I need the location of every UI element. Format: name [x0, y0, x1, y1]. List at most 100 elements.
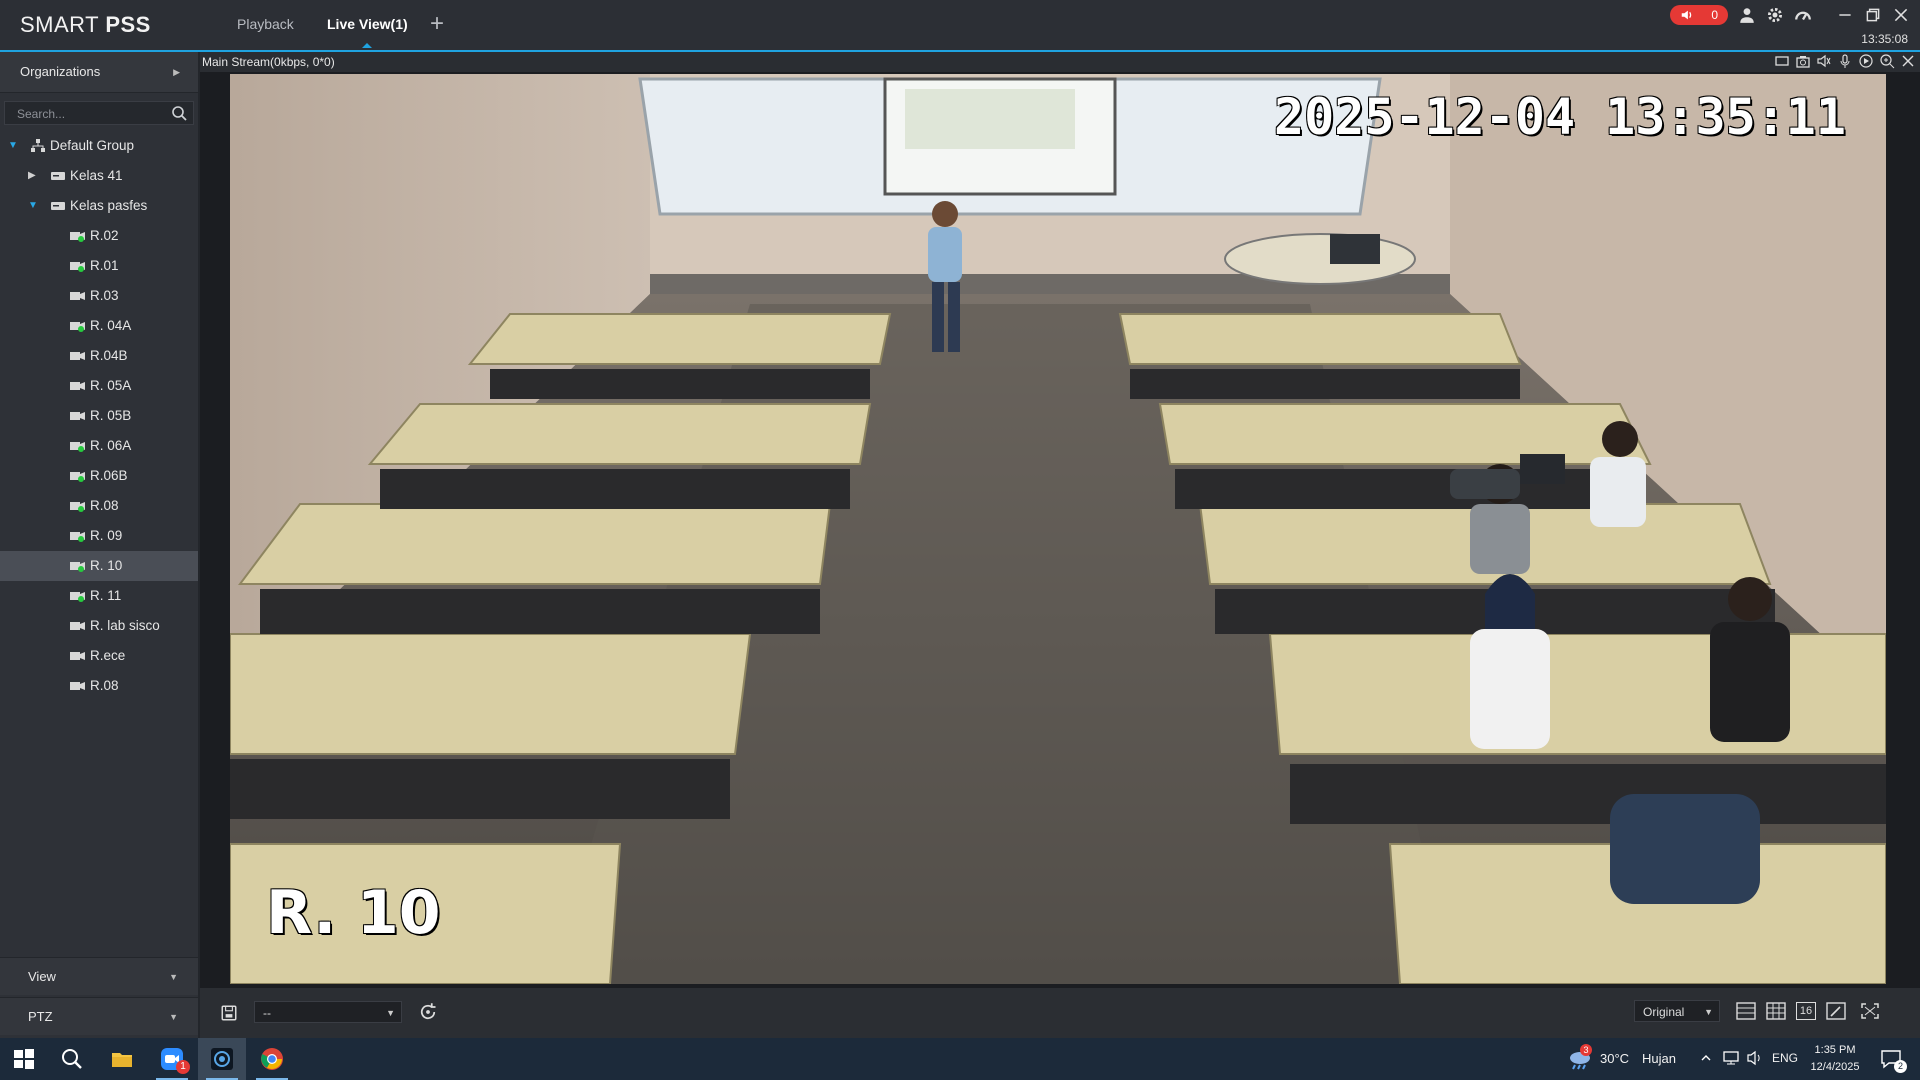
- tree-camera-item[interactable]: R.06B: [0, 461, 198, 491]
- view-select[interactable]: -- ▼: [254, 1001, 402, 1023]
- camera-icon: [70, 352, 85, 360]
- zoom-app[interactable]: 1: [148, 1038, 196, 1080]
- taskbar-time[interactable]: 1:35 PM: [1800, 1044, 1870, 1056]
- network-icon[interactable]: [1722, 1050, 1740, 1066]
- save-view-icon[interactable]: [220, 1004, 238, 1022]
- restore-icon[interactable]: [1864, 6, 1882, 24]
- live-view-pane: Main Stream(0kbps, 0*0) 2025-12-04 13:35…: [200, 52, 1920, 988]
- tree-label: R. 05A: [90, 378, 132, 393]
- layout-1-icon[interactable]: [1736, 1002, 1756, 1020]
- tree-camera-item[interactable]: R. 06A: [0, 431, 198, 461]
- camera-icon: [70, 412, 85, 420]
- zoom-badge: 1: [176, 1060, 190, 1074]
- tree-group-kelas-41[interactable]: ▶ Kelas 41: [0, 161, 198, 191]
- snapshot-icon[interactable]: [1795, 53, 1811, 69]
- tree-camera-item[interactable]: R. 09: [0, 521, 198, 551]
- camera-icon: [70, 622, 85, 630]
- file-explorer-app[interactable]: [98, 1038, 146, 1080]
- tree-camera-item[interactable]: R. 05A: [0, 371, 198, 401]
- chevron-up-icon[interactable]: [1700, 1052, 1712, 1064]
- settings-gear-icon[interactable]: [1766, 6, 1784, 24]
- stream-info: Main Stream(0kbps, 0*0): [202, 55, 335, 69]
- tree-camera-item[interactable]: R.04B: [0, 341, 198, 371]
- expand-arrow-icon[interactable]: ▼: [8, 131, 18, 161]
- custom-layout-icon[interactable]: [1826, 1002, 1846, 1020]
- tree-label: R. 06A: [90, 438, 132, 453]
- taskbar-date[interactable]: 12/4/2025: [1800, 1061, 1870, 1073]
- nvr-device-icon: [51, 172, 65, 180]
- expand-arrow-icon[interactable]: ▼: [28, 191, 38, 221]
- tab-playback[interactable]: Playback: [237, 16, 294, 32]
- tree-camera-item[interactable]: R.03: [0, 281, 198, 311]
- language-indicator[interactable]: ENG: [1772, 1051, 1798, 1065]
- organizations-header[interactable]: Organizations ▶: [0, 52, 198, 93]
- camera-icon: [70, 382, 85, 390]
- tree-camera-item[interactable]: R. 11: [0, 581, 198, 611]
- tree-root-default-group[interactable]: ▼ Default Group: [0, 131, 198, 161]
- audio-icon[interactable]: [1816, 53, 1832, 69]
- add-tab-button[interactable]: +: [430, 10, 444, 38]
- performance-gauge-icon[interactable]: [1794, 6, 1812, 24]
- tree-camera-item[interactable]: R. 10: [0, 551, 198, 581]
- zoom-icon[interactable]: [1879, 53, 1895, 69]
- tree-camera-item[interactable]: R.08: [0, 671, 198, 701]
- smart-pss-icon: [211, 1048, 233, 1070]
- windows-taskbar: 1 3 30°C Hujan ENG 1:35 PM 12/4/2025 2: [0, 1038, 1920, 1080]
- camera-list: R.02 R.01 R.03 R. 04A R.04B R. 05A R. 05B R. 06…: [0, 221, 198, 701]
- tree-label: R.06B: [90, 468, 128, 483]
- collapse-arrow-icon[interactable]: ▶: [28, 161, 36, 191]
- app-logo: SMART PSS: [20, 12, 151, 37]
- nvr-device-icon: [51, 202, 65, 210]
- layout-16-icon[interactable]: 16: [1796, 1002, 1816, 1020]
- fullscreen-icon[interactable]: [1860, 1002, 1880, 1020]
- minimize-icon[interactable]: [1836, 6, 1854, 24]
- tree-label: Default Group: [50, 138, 135, 153]
- user-icon[interactable]: [1738, 6, 1756, 24]
- windows-start-icon[interactable]: [12, 1047, 36, 1071]
- chrome-app[interactable]: [248, 1038, 296, 1080]
- classroom-scene: [230, 74, 1886, 984]
- close-window-icon[interactable]: [1892, 6, 1910, 24]
- tree-camera-item[interactable]: R.02: [0, 221, 198, 251]
- live-view-toolbar: -- ▼ Original ▼ 16: [200, 988, 1920, 1038]
- close-icon[interactable]: [1900, 53, 1916, 69]
- scale-select[interactable]: Original ▼: [1634, 1000, 1720, 1022]
- smart-pss-app[interactable]: [198, 1038, 246, 1080]
- ptz-panel-toggle[interactable]: PTZ ▼: [0, 997, 198, 1035]
- ratio-icon[interactable]: [1774, 53, 1790, 69]
- refresh-icon[interactable]: [418, 1002, 438, 1022]
- tree-camera-item[interactable]: R.08: [0, 491, 198, 521]
- talk-icon[interactable]: [1837, 53, 1853, 69]
- camera-online-icon: [70, 592, 85, 602]
- tree-camera-item[interactable]: R. 04A: [0, 311, 198, 341]
- notification-count: 2: [1894, 1060, 1907, 1073]
- temperature[interactable]: 30°C: [1600, 1051, 1629, 1066]
- search-icon[interactable]: [60, 1047, 84, 1071]
- camera-online-icon: [70, 502, 85, 512]
- tree-camera-item[interactable]: R. 05B: [0, 401, 198, 431]
- tab-live-view[interactable]: Live View(1): [327, 16, 408, 48]
- scale-select-value: Original: [1643, 1005, 1685, 1019]
- tree-label: R. lab sisco: [90, 618, 160, 633]
- tree-label: R. 11: [90, 588, 122, 603]
- tree-label: R.ece: [90, 648, 126, 663]
- camera-video-feed[interactable]: 2025-12-04 13:35:11 R. 10: [230, 74, 1886, 984]
- view-panel-toggle[interactable]: View ▼: [0, 957, 198, 995]
- tree-camera-item[interactable]: R. lab sisco: [0, 611, 198, 641]
- record-icon[interactable]: [1858, 53, 1874, 69]
- camera-icon: [70, 652, 85, 660]
- tree-label: R.02: [90, 228, 119, 243]
- tree-camera-item[interactable]: R.ece: [0, 641, 198, 671]
- tree-camera-item[interactable]: R.01: [0, 251, 198, 281]
- folder-icon: [112, 1053, 132, 1067]
- search-icon[interactable]: [171, 105, 187, 121]
- weather-condition[interactable]: Hujan: [1642, 1051, 1676, 1066]
- volume-icon[interactable]: [1746, 1050, 1764, 1066]
- search-input[interactable]: [5, 102, 169, 126]
- layout-4-icon[interactable]: [1766, 1002, 1786, 1020]
- alarm-count: 0: [1711, 8, 1718, 22]
- alarm-badge[interactable]: 0: [1670, 5, 1728, 25]
- tree-group-kelas-pasfes[interactable]: ▼ Kelas pasfes: [0, 191, 198, 221]
- tree-label: R.03: [90, 288, 119, 303]
- tree-label: R. 10: [90, 558, 123, 573]
